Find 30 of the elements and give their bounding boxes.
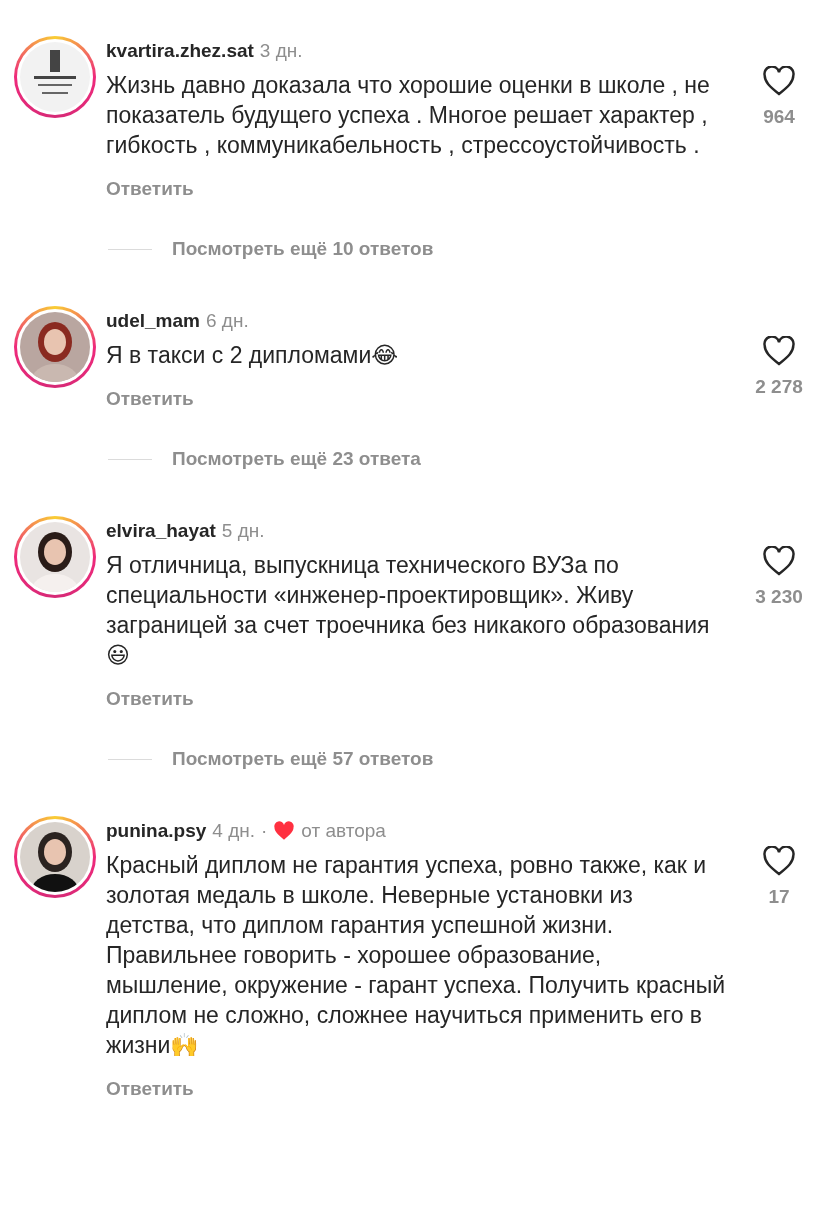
heart-icon[interactable] [762, 66, 796, 96]
view-replies-link[interactable]: Посмотреть ещё 57 ответов [172, 748, 434, 770]
username[interactable]: elvira_hayat [106, 520, 216, 542]
like-count: 3 230 [755, 586, 803, 608]
timestamp: 5 дн. [221, 520, 265, 542]
username[interactable]: udel_mam [106, 310, 200, 332]
view-replies-link[interactable]: Посмотреть ещё 23 ответа [172, 448, 421, 470]
heart-icon [273, 821, 296, 841]
reply-link[interactable]: Ответить [106, 178, 194, 200]
timestamp: 3 дн. [259, 40, 303, 62]
like-count: 2 278 [755, 376, 803, 398]
heart-icon[interactable] [762, 336, 796, 366]
username[interactable]: kvartira.zhez.sat [106, 40, 254, 62]
reply-link[interactable]: Ответить [106, 688, 194, 710]
heart-icon[interactable] [762, 546, 796, 576]
like-count: 964 [763, 106, 795, 128]
comment-text: Жизнь давно доказала что хорошие оценки в школе , не показатель будущего успеха . Многое решает характер , гибкость , коммуникабельность , стрессоустойчивость . [106, 71, 711, 160]
comment-text: Я отличница, выпускница технического ВУЗа по специальности «инженер-проектировщик». Живу заграницей за счет троечника без никакого образования 😃 [106, 551, 711, 670]
timestamp: 4 дн. [212, 820, 255, 842]
separator: · [261, 820, 268, 842]
author-like-label: от автора [301, 820, 386, 842]
heart-icon[interactable] [762, 846, 796, 876]
comment-text: Я в такси с 2 дипломами😂 [106, 341, 400, 370]
timestamp: 6 дн. [206, 310, 249, 332]
view-replies-link[interactable]: Посмотреть ещё 10 ответов [172, 238, 434, 260]
comment-text: Красный диплом не гарантия успеха, ровно также, как и золотая медаль в школе. Неверные установки из детства, что диплом гарантия успешной жизни. Правильнее говорить - хорошее образование, мышление, окружение - гарант успеха. Получить красный диплом не сложно, сложнее научиться применить его в жизни🙌 [106, 851, 726, 1060]
like-count: 17 [768, 886, 790, 908]
reply-link[interactable]: Ответить [106, 388, 194, 410]
username[interactable]: punina.psy [106, 820, 207, 842]
reply-link[interactable]: Ответить [106, 1078, 194, 1100]
